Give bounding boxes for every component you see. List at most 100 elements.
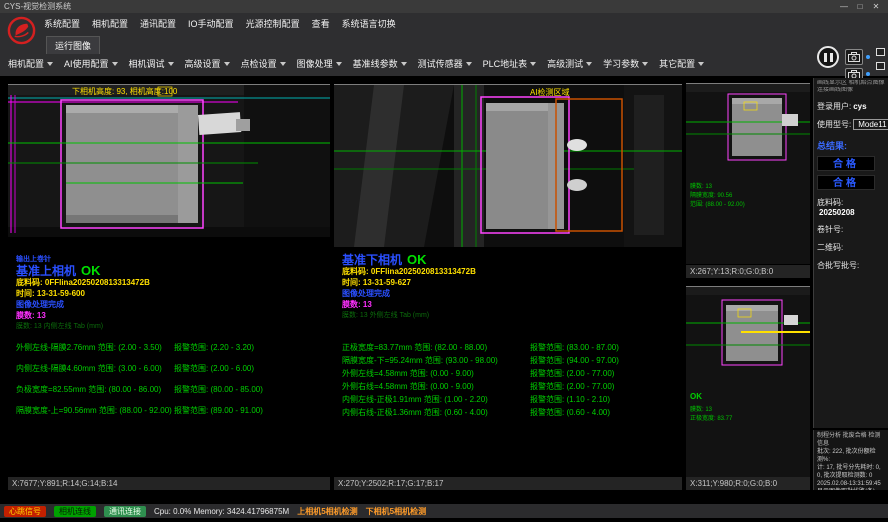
toolbar-item-camera-config[interactable]: 相机配置: [8, 57, 53, 70]
camera-view-lower-image[interactable]: AI检测区域: [334, 84, 682, 252]
menu-item-io-manual-config[interactable]: IO手动配置: [188, 17, 234, 30]
tab-run-image[interactable]: 运行图像: [46, 36, 100, 54]
toolbar-item-other-config[interactable]: 其它配置: [659, 57, 704, 70]
toolbar-item-test-sensor[interactable]: 测试传感器: [418, 57, 472, 70]
lower-coords-readout: X:270;Y:2502;R:17;G:17;B:17: [334, 477, 682, 490]
header-bar: 系统配置 相机配置 通讯配置 IO手动配置 光源控制配置 查看 系统语言切换 运…: [0, 13, 888, 76]
toolbar-item-baseline-params[interactable]: 基准线参数: [353, 57, 407, 70]
aux1-text-line: 范围: (88.00 - 92.00): [690, 200, 745, 208]
stats-line: 批次: 222, 批次份额检测%:: [817, 448, 885, 464]
lower-count-text: 膜数: 13: [342, 299, 476, 310]
toolbar-item-label: 其它配置: [659, 57, 695, 70]
camera-icon: [848, 52, 860, 62]
measurement-alarm: 报警范围: (2.00 - 77.00): [530, 381, 680, 394]
panel-hint-line-2: 连接画线图像: [817, 87, 885, 94]
measurement-row: 内侧右线-正极1.36mm 范围: (0.60 - 4.00)报警范围: (0.…: [342, 407, 680, 420]
camera-view-lower: AI检测区域 基准下相机OK 底料码: 0FFlina2025020813313…: [334, 78, 682, 490]
measurement-alarm: 报警范围: (89.00 - 91.00): [174, 405, 328, 426]
lower-status-text: 图像处理完成: [342, 288, 476, 299]
menu-item-view[interactable]: 查看: [312, 17, 330, 30]
measurement-row: 外侧右线=4.58mm 范围: (0.00 - 9.00)报警范围: (2.00…: [342, 381, 680, 394]
minimize-button[interactable]: —: [836, 2, 852, 11]
toolbar-item-spot-check[interactable]: 点检设置: [241, 57, 286, 70]
camera-view-aux-1-image[interactable]: 膜数: 13 隔膜宽度: 90.56 范围: (88.00 - 92.00): [686, 83, 810, 269]
status-led-2: [866, 72, 870, 76]
lower-camera-svg: AI检测区域: [334, 85, 682, 247]
needle-label: 卷针号:: [817, 224, 885, 235]
lower-barcode-text: 底料码: 0FFlina2025020813313472B: [342, 266, 476, 277]
model-row: 使用型号:Mode11: [817, 119, 885, 130]
measurement-row: 外侧左线-隔膜2.76mm 范围: (2.00 - 3.50)报警范围: (2.…: [16, 342, 328, 363]
dropdown-arrow-icon: [280, 62, 286, 66]
measurement-value: 正极宽度=83.77mm 范围: (82.00 - 88.00): [342, 342, 530, 355]
mini-monitor-icon[interactable]: [876, 62, 885, 70]
measurement-row: 外侧左线=4.58mm 范围: (0.00 - 9.00)报警范围: (2.00…: [342, 368, 680, 381]
menu-item-language-switch[interactable]: 系统语言切换: [342, 17, 396, 30]
stats-header: 制程分析 批废合格 检测信息: [817, 432, 885, 448]
upper-camera-status: 上相机5相机检测: [297, 506, 357, 517]
measurement-value: 隔膜宽度-上=90.56mm 范围: (88.00 - 92.00): [16, 405, 174, 426]
upper-status-text: 图像处理完成: [16, 299, 150, 310]
menu-item-comm-config[interactable]: 通讯配置: [140, 17, 176, 30]
upper-camera-svg: 下相机高度: 93, 相机高度:100: [8, 85, 330, 237]
stats-line: 2025.02.08-13:31:59:45: [817, 480, 885, 488]
app-window: CYS-视觉检测系统 — □ ✕ 系统配置 相机配置 通讯配置 IO手动配置 光…: [0, 0, 888, 522]
measurement-value: 外侧左线=4.58mm 范围: (0.00 - 9.00): [342, 368, 530, 381]
measurement-value: 内侧左线-正极1.91mm 范围: (1.00 - 2.20): [342, 394, 530, 407]
dropdown-arrow-icon: [530, 62, 536, 66]
toolbar-item-label: 相机配置: [8, 57, 44, 70]
upper-time-text: 时间: 13-31-59-600: [16, 288, 150, 299]
camera-tool-button-1[interactable]: [845, 49, 863, 65]
measurement-value: 外侧右线=4.58mm 范围: (0.00 - 9.00): [342, 381, 530, 394]
stats-panel: 制程分析 批废合格 检测信息 批次: 222, 批次份额检测%: 计: 17, …: [813, 430, 888, 490]
measurement-value: 负极宽度=82.55mm 范围: (80.00 - 86.00): [16, 384, 174, 405]
dropdown-arrow-icon: [586, 62, 592, 66]
toolbar-item-ai-config[interactable]: AI使用配置: [64, 57, 118, 70]
measurement-alarm: 报警范围: (94.00 - 97.00): [530, 355, 680, 368]
measurement-value: 隔膜宽度-下=95.24mm 范围: (93.00 - 98.00): [342, 355, 530, 368]
upper-overlay-text: 输出上卷针 基准上相机OK 底料码: 0FFlina20250208133134…: [16, 254, 150, 332]
toolbar-item-label: 基准线参数: [353, 57, 398, 70]
toolbar-item-advanced-test[interactable]: 高级测试: [547, 57, 592, 70]
toolbar: 相机配置 AI使用配置 相机调试 高级设置 点检设置 图像处理 基准线参数 测试…: [8, 57, 704, 70]
measurement-value: 外侧左线-隔膜2.76mm 范围: (2.00 - 3.50): [16, 342, 174, 363]
toolbar-item-label: AI使用配置: [64, 57, 109, 70]
menu-item-light-control-config[interactable]: 光源控制配置: [246, 17, 300, 30]
measurement-value: 内侧右线-正极1.36mm 范围: (0.60 - 4.00): [342, 407, 530, 420]
stats-line: 显示图像取批线路(条): [817, 488, 885, 490]
menu-item-camera-config[interactable]: 相机配置: [92, 17, 128, 30]
toolbar-item-image-processing[interactable]: 图像处理: [297, 57, 342, 70]
login-value: cys: [853, 102, 866, 111]
lower-camera-status: 下相机5相机检测: [366, 506, 426, 517]
toolbar-item-learning-params[interactable]: 学习参数: [603, 57, 648, 70]
measurement-row: 内侧左线-正极1.91mm 范围: (1.00 - 2.20)报警范围: (1.…: [342, 394, 680, 407]
toolbar-item-label: 相机调试: [129, 57, 165, 70]
aux2-text-line: 正极宽度: 83.77: [690, 414, 733, 422]
lower-dim-text: 膜数: 13 外侧左线 Tab (mm): [342, 310, 476, 321]
maximize-button[interactable]: □: [852, 2, 868, 11]
dropdown-arrow-icon: [466, 62, 472, 66]
toolbar-item-camera-debug[interactable]: 相机调试: [129, 57, 174, 70]
stats-line: 0, 批次提取检测数: 0: [817, 472, 885, 480]
aux1-text-line: 膜数: 13: [690, 182, 713, 190]
mini-monitor-icon[interactable]: [876, 48, 885, 56]
comm-link-badge: 通讯连接: [104, 506, 146, 517]
batch-label: 合批写批号:: [817, 260, 885, 271]
upper-image-label: 下相机高度: 93, 相机高度:100: [72, 86, 178, 96]
camera-view-upper: 下相机高度: 93, 相机高度:100 输出上卷针 基准上相机OK 底料码: 0…: [8, 78, 330, 490]
close-button[interactable]: ✕: [868, 2, 884, 11]
lower-result-ok: OK: [407, 252, 427, 267]
dropdown-arrow-icon: [47, 62, 53, 66]
upper-count-text: 膜数: 13: [16, 310, 150, 321]
camera-view-aux-2-image[interactable]: OK 膜数: 13 正极宽度: 83.77: [686, 286, 810, 482]
toolbar-item-advanced-settings[interactable]: 高级设置: [185, 57, 230, 70]
pause-icon: [824, 53, 827, 62]
measurement-row: 负极宽度=82.55mm 范围: (80.00 - 86.00)报警范围: (8…: [16, 384, 328, 405]
aux1-camera-svg: 膜数: 13 隔膜宽度: 90.56 范围: (88.00 - 92.00): [686, 84, 810, 264]
measurement-alarm: 报警范围: (83.00 - 87.00): [530, 342, 680, 355]
camera-view-upper-image[interactable]: 下相机高度: 93, 相机高度:100: [8, 84, 330, 242]
menu-item-system-config[interactable]: 系统配置: [44, 17, 80, 30]
window-title: CYS-视觉检测系统: [4, 1, 71, 12]
toolbar-item-plc-address[interactable]: PLC地址表: [483, 57, 537, 70]
pause-button[interactable]: [817, 46, 839, 68]
